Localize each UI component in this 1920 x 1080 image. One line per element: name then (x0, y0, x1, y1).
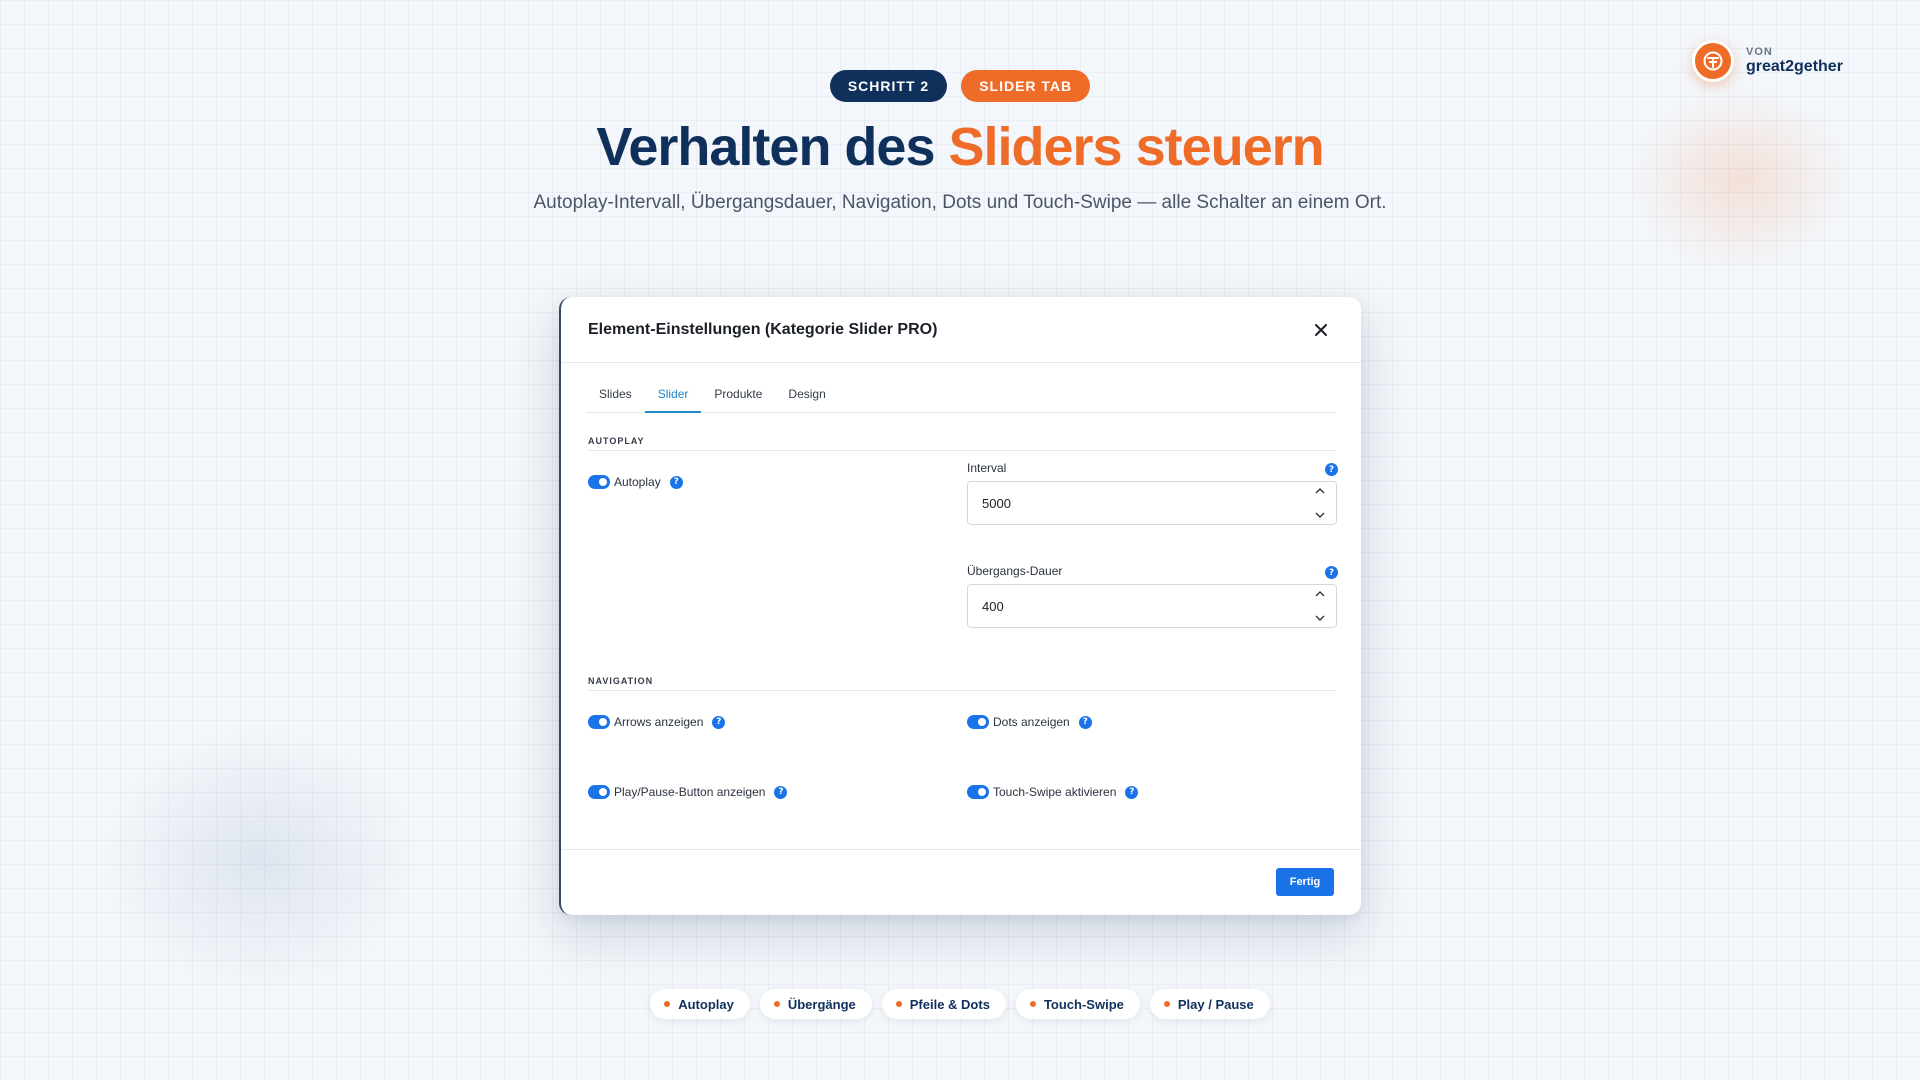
help-icon[interactable]: ? (712, 715, 726, 729)
dialog-header: Element-Einstellungen (Kategorie Slider … (561, 297, 1361, 363)
arrows-toggle-row: Arrows anzeigen ? (588, 715, 726, 729)
page-title-accent: Sliders steuern (948, 117, 1325, 177)
page-title-part1: Verhalten des (596, 117, 949, 177)
header-badges: SCHRITT 2 SLIDER TAB (0, 70, 1920, 102)
step-badge: SCHRITT 2 (829, 70, 948, 102)
chip-dot-icon (1029, 1001, 1036, 1007)
chip-label: Pfeile & Dots (909, 996, 990, 1012)
feature-chip: Autoplay (650, 989, 750, 1019)
transition-stepper (1314, 591, 1326, 621)
chevron-up-icon[interactable] (1315, 488, 1325, 494)
chip-dot-icon (895, 1001, 902, 1007)
arrows-toggle[interactable] (588, 715, 610, 729)
dialog-title: Element-Einstellungen (Kategorie Slider … (588, 320, 938, 338)
chevron-down-icon[interactable] (1315, 615, 1325, 621)
playpause-toggle[interactable] (588, 785, 610, 799)
feature-chip: Touch-Swipe (1015, 989, 1140, 1019)
help-icon[interactable]: ? (1078, 715, 1092, 729)
interval-label: Interval (967, 461, 1007, 475)
chip-label: Übergänge (787, 996, 856, 1012)
chevron-down-icon[interactable] (1315, 512, 1325, 518)
autoplay-toggle-row: Autoplay ? (588, 475, 683, 489)
chip-dot-icon (1163, 1001, 1170, 1007)
dialog-footer: Fertig (561, 849, 1361, 915)
page-subtitle: Autoplay-Intervall, Übergangsdauer, Navi… (533, 192, 1387, 213)
autoplay-toggle-label: Autoplay (614, 475, 661, 489)
dots-toggle-row: Dots anzeigen ? (967, 715, 1092, 729)
feature-chips: Autoplay Übergänge Pfeile & Dots Touch-S… (0, 989, 1920, 1019)
section-label-navigation: NAVIGATION (588, 676, 654, 686)
chip-label: Touch-Swipe (1043, 996, 1124, 1012)
tab-bar: Slides Slider Produkte Design (586, 385, 1336, 413)
chip-label: Autoplay (678, 996, 734, 1012)
help-icon[interactable]: ? (1125, 785, 1139, 799)
section-label-autoplay: AUTOPLAY (588, 436, 645, 446)
interval-stepper (1314, 488, 1326, 518)
touchswipe-toggle[interactable] (967, 785, 989, 799)
autoplay-toggle[interactable] (588, 475, 610, 489)
settings-dialog: Element-Einstellungen (Kategorie Slider … (559, 297, 1361, 915)
dots-toggle[interactable] (967, 715, 989, 729)
interval-input[interactable]: 5000 (967, 481, 1337, 525)
close-icon (1315, 323, 1327, 336)
brand-prefix: VON (1746, 46, 1773, 59)
dialog-body: Slides Slider Produkte Design AUTOPLAY A… (561, 363, 1361, 847)
tab-slides[interactable]: Slides (586, 385, 645, 413)
touchswipe-toggle-row: Touch-Swipe aktivieren ? (967, 785, 1139, 799)
section-divider (588, 690, 1336, 691)
done-button[interactable]: Fertig (1276, 868, 1334, 896)
help-icon[interactable]: ? (669, 475, 683, 489)
chip-label: Play / Pause (1177, 996, 1254, 1012)
arrows-toggle-label: Arrows anzeigen (614, 715, 704, 729)
chip-dot-icon (664, 1001, 671, 1007)
page-title: Verhalten des Sliders steuern (0, 116, 1920, 178)
feature-chip: Übergänge (759, 989, 872, 1019)
chip-dot-icon (773, 1001, 780, 1007)
transition-label: Übergangs-Dauer (967, 564, 1063, 578)
tab-badge: SLIDER TAB (961, 70, 1091, 102)
playpause-toggle-row: Play/Pause-Button anzeigen ? (588, 785, 788, 799)
tab-produkte[interactable]: Produkte (701, 385, 775, 413)
tab-design[interactable]: Design (775, 385, 838, 413)
interval-value: 5000 (982, 495, 1011, 511)
close-button[interactable] (1309, 318, 1333, 342)
playpause-toggle-label: Play/Pause-Button anzeigen (614, 785, 766, 799)
help-icon[interactable]: ? (1325, 463, 1338, 476)
feature-chip: Pfeile & Dots (881, 989, 1006, 1019)
feature-chip: Play / Pause (1149, 989, 1270, 1019)
section-divider (588, 450, 1336, 451)
transition-value: 400 (982, 598, 1004, 614)
chevron-up-icon[interactable] (1315, 591, 1325, 597)
decorative-glow-orange (1620, 80, 1860, 280)
dots-toggle-label: Dots anzeigen (993, 715, 1070, 729)
transition-duration-input[interactable]: 400 (967, 584, 1337, 628)
tab-slider[interactable]: Slider (644, 385, 702, 413)
touchswipe-toggle-label: Touch-Swipe aktivieren (993, 785, 1117, 799)
help-icon[interactable]: ? (774, 785, 788, 799)
decorative-glow-blue (90, 720, 430, 1000)
help-icon[interactable]: ? (1325, 566, 1338, 579)
